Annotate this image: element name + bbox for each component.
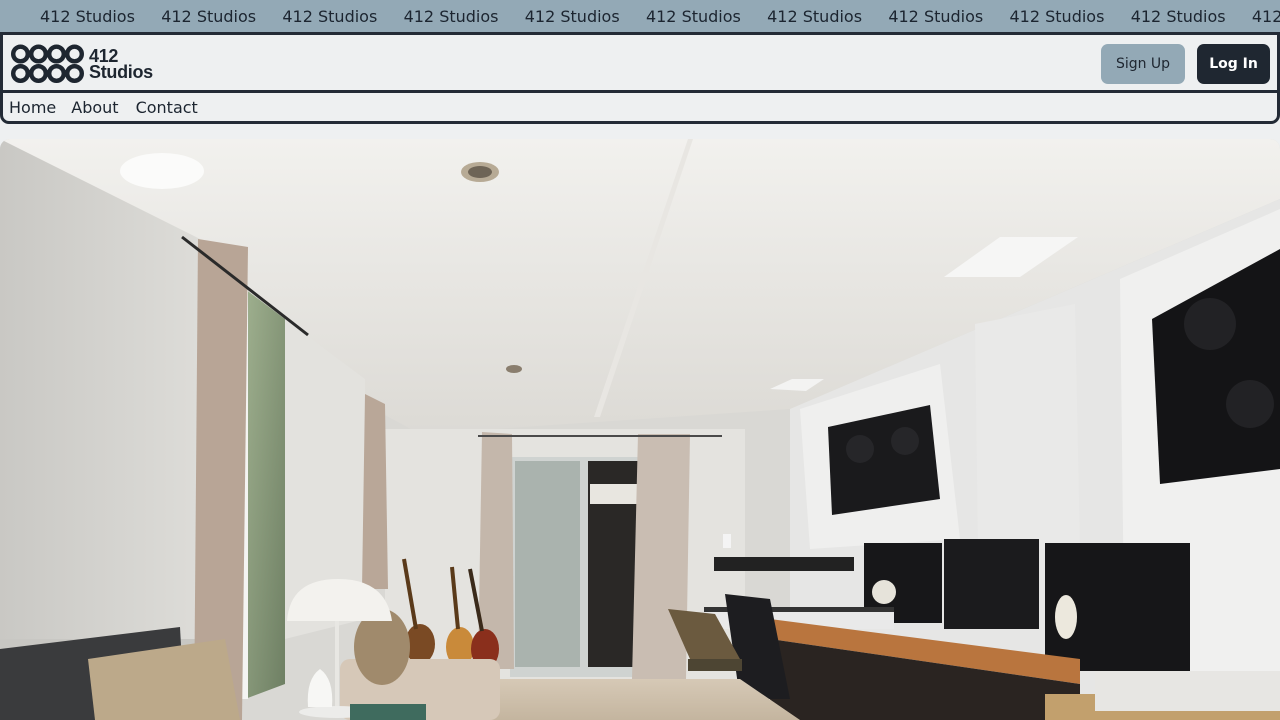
marquee-item: 412 Studios: [40, 7, 135, 26]
marquee-item: 412 Studios: [888, 7, 984, 26]
marquee-item: 412 Studios: [1251, 7, 1280, 26]
marquee-banner: 412 Studios 412 Studios 412 Studios 412 …: [0, 0, 1280, 33]
site-logo[interactable]: 412 Studios: [11, 43, 153, 85]
logo-mark-icon: [11, 44, 85, 84]
site-header: 412 Studios Sign Up Log In Home About Co…: [0, 32, 1280, 124]
marquee-item: 412 Studios: [767, 7, 863, 26]
marquee-item: 412 Studios: [645, 7, 741, 26]
main-nav: Home About Contact: [3, 93, 198, 121]
logo-line-2: Studios: [89, 62, 153, 82]
marquee-item: 412 Studios: [161, 7, 257, 26]
log-in-button[interactable]: Log In: [1197, 44, 1270, 84]
marquee-item: 412 Studios: [524, 7, 620, 26]
nav-link-about[interactable]: About: [71, 98, 118, 117]
marquee-track: 412 Studios 412 Studios 412 Studios 412 …: [40, 0, 1280, 33]
nav-link-contact[interactable]: Contact: [136, 98, 198, 117]
marquee-item: 412 Studios: [282, 7, 378, 26]
marquee-item: 412 Studios: [1009, 7, 1105, 26]
marquee-item: 412 Studios: [403, 7, 499, 26]
logo-wordmark: 412 Studios: [89, 47, 153, 82]
nav-link-home[interactable]: Home: [9, 98, 56, 117]
hero-image: [0, 139, 1280, 720]
sign-up-button[interactable]: Sign Up: [1101, 44, 1185, 84]
brand-bar: 412 Studios Sign Up Log In: [3, 35, 1277, 93]
marquee-item: 412 Studios: [1130, 7, 1226, 26]
studio-photo: [0, 139, 1280, 720]
